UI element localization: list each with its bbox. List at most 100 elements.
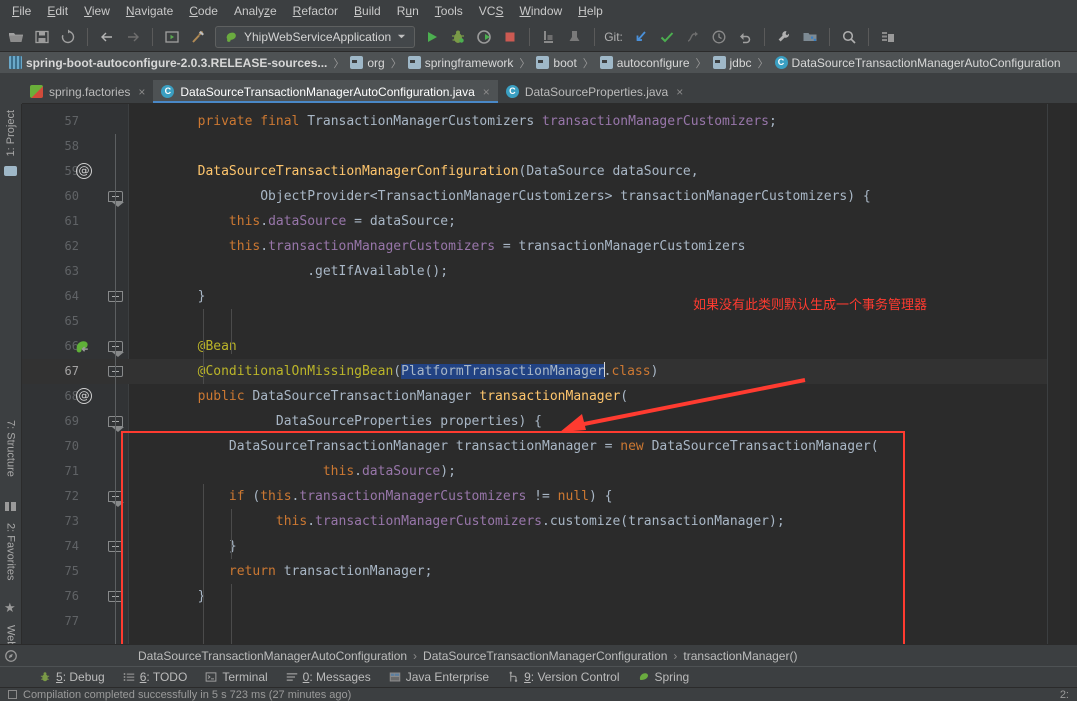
database-icon[interactable]: [876, 25, 900, 49]
search-icon[interactable]: [837, 25, 861, 49]
stripe-button-project[interactable]: 1: Project: [2, 104, 20, 162]
menu-item-window[interactable]: Window: [511, 2, 570, 20]
line-number: 62: [64, 239, 79, 253]
tool-window-button-versioncontrol[interactable]: 9: Version Control: [498, 668, 628, 686]
menu-item-edit[interactable]: Edit: [39, 2, 76, 20]
push-icon[interactable]: [681, 25, 705, 49]
sdk-manager-icon[interactable]: [563, 25, 587, 49]
code-line[interactable]: ObjectProvider<TransactionManagerCustomi…: [129, 184, 870, 209]
indent-guide: [231, 634, 232, 644]
project-folder-icon: [4, 166, 17, 176]
stripe-button-favorites[interactable]: 2: Favorites: [2, 517, 20, 586]
bottom-breadcrumb-item-0[interactable]: DataSourceTransactionManagerAutoConfigur…: [132, 649, 413, 663]
code-line[interactable]: @ConditionalOnMissingBean(PlatformTransa…: [129, 359, 658, 384]
code-line[interactable]: DataSourceProperties properties) {: [129, 409, 542, 434]
code-line[interactable]: DataSourceTransactionManager transaction…: [129, 434, 879, 459]
hammer-build-icon[interactable]: [186, 25, 210, 49]
menu-item-code[interactable]: Code: [181, 2, 226, 20]
bottom-breadcrumb-item-2[interactable]: transactionManager(): [677, 649, 803, 663]
code-line[interactable]: [129, 609, 135, 634]
code-line[interactable]: if (this.transactionManagerCustomizers !…: [129, 484, 613, 509]
code-line[interactable]: [129, 134, 135, 159]
run-icon[interactable]: [420, 25, 444, 49]
annotation-gutter-icon[interactable]: @: [76, 388, 92, 404]
breadcrumb-item-4[interactable]: autoconfigure: [597, 55, 693, 71]
editor-tab-0[interactable]: spring.factories ×: [22, 80, 153, 103]
breadcrumb-item-6[interactable]: C DataSourceTransactionManagerAutoConfigu…: [772, 55, 1064, 71]
update-project-icon[interactable]: [629, 25, 653, 49]
forward-arrow-icon[interactable]: [121, 25, 145, 49]
code-line[interactable]: public DataSourceTransactionManager tran…: [129, 384, 629, 409]
code-line[interactable]: @Bean: [129, 334, 237, 359]
save-icon[interactable]: [30, 25, 54, 49]
code-line[interactable]: private final TransactionManagerCustomiz…: [129, 109, 777, 134]
spring-bean-gutter-icon[interactable]: [74, 338, 91, 355]
menu-item-build[interactable]: Build: [346, 2, 389, 20]
code-editor[interactable]: 57 58 59 @60 61 62 63 64 65 66 67 68 @69 70 71 72 73 74 75…: [22, 104, 1077, 644]
close-icon[interactable]: ×: [483, 85, 490, 99]
code-text-area[interactable]: private final TransactionManagerCustomiz…: [129, 104, 1047, 644]
menu-item-navigate[interactable]: Navigate: [118, 2, 181, 20]
debug-icon[interactable]: [446, 25, 470, 49]
tool-window-button-messages[interactable]: 0: Messages: [277, 668, 380, 686]
editor-right-gutter[interactable]: [1047, 104, 1077, 644]
tool-window-button-spring[interactable]: Spring: [629, 668, 699, 686]
code-line[interactable]: [129, 309, 135, 334]
commit-checkmark-icon[interactable]: [655, 25, 679, 49]
tool-window-button-todo[interactable]: 6: TODO: [114, 668, 197, 686]
close-icon[interactable]: ×: [138, 85, 145, 99]
run-with-coverage-icon[interactable]: [472, 25, 496, 49]
editor-gutter[interactable]: 57 58 59 @60 61 62 63 64 65 66 67 68 @69 70 71 72 73 74 75…: [22, 104, 129, 644]
folder-icon: [350, 56, 364, 69]
tool-window-button-javaenterprise[interactable]: Java Enterprise: [380, 668, 498, 686]
status-caret-position: 2:: [1059, 688, 1069, 701]
editor-tab-2[interactable]: C DataSourceProperties.java ×: [498, 80, 691, 103]
breadcrumb-item-5[interactable]: jdbc: [710, 55, 755, 71]
code-line[interactable]: this.transactionManagerCustomizers.custo…: [129, 509, 785, 534]
project-settings-icon[interactable]: [798, 25, 822, 49]
breadcrumb-label: jdbc: [729, 55, 752, 70]
menu-item-refactor[interactable]: Refactor: [285, 2, 346, 20]
menu-item-file[interactable]: File: [4, 2, 39, 20]
wrench-settings-icon[interactable]: [772, 25, 796, 49]
menu-item-help[interactable]: Help: [570, 2, 611, 20]
stripe-label: 2: Favorites: [4, 523, 17, 581]
menu-item-vcs[interactable]: VCS: [471, 2, 512, 20]
history-clock-icon[interactable]: [707, 25, 731, 49]
breadcrumb-separator: 〉: [519, 57, 531, 70]
tool-window-button-debug[interactable]: 5: Debug: [30, 668, 114, 686]
stop-icon[interactable]: [498, 25, 522, 49]
breadcrumb-item-3[interactable]: boot: [533, 55, 579, 71]
sync-icon[interactable]: [56, 25, 80, 49]
editor-tab-1[interactable]: C DataSourceTransactionManagerAutoConfigu…: [153, 80, 499, 103]
tool-window-button-terminal[interactable]: Terminal: [196, 668, 276, 686]
stripe-button-structure[interactable]: 7: Structure: [2, 414, 20, 483]
menu-item-run[interactable]: Run: [389, 2, 427, 20]
code-line[interactable]: return transactionManager;: [129, 559, 433, 584]
code-line[interactable]: }: [129, 584, 206, 609]
close-icon[interactable]: ×: [676, 85, 683, 99]
bottom-breadcrumb-item-1[interactable]: DataSourceTransactionManagerConfiguratio…: [417, 649, 673, 663]
breadcrumb-item-1[interactable]: org: [347, 55, 387, 71]
code-line[interactable]: .getIfAvailable();: [129, 259, 448, 284]
back-arrow-icon[interactable]: [95, 25, 119, 49]
menu-item-view[interactable]: View: [76, 2, 118, 20]
code-line[interactable]: this.dataSource = dataSource;: [129, 209, 456, 234]
menu-item-analyze[interactable]: Analyze: [226, 2, 285, 20]
menu-item-tools[interactable]: Tools: [427, 2, 471, 20]
code-line[interactable]: }: [129, 534, 237, 559]
compile-icon[interactable]: [160, 25, 184, 49]
code-line[interactable]: }: [129, 284, 206, 309]
rollback-icon[interactable]: [733, 25, 757, 49]
code-line[interactable]: DataSourceTransactionManagerConfiguratio…: [129, 159, 699, 184]
code-line[interactable]: this.dataSource);: [129, 459, 456, 484]
code-line[interactable]: this.transactionManagerCustomizers = tra…: [129, 234, 746, 259]
annotation-gutter-icon[interactable]: @: [76, 163, 92, 179]
project-structure-icon[interactable]: [537, 25, 561, 49]
open-folder-icon[interactable]: [4, 25, 28, 49]
structure-icon: [5, 502, 16, 511]
run-configuration-selector[interactable]: YhipWebServiceApplication: [215, 25, 416, 48]
breadcrumb-item-0[interactable]: spring-boot-autoconfigure-2.0.3.RELEASE-…: [6, 55, 330, 71]
breadcrumb-item-2[interactable]: springframework: [405, 55, 517, 71]
navigate-icon[interactable]: [0, 649, 22, 663]
